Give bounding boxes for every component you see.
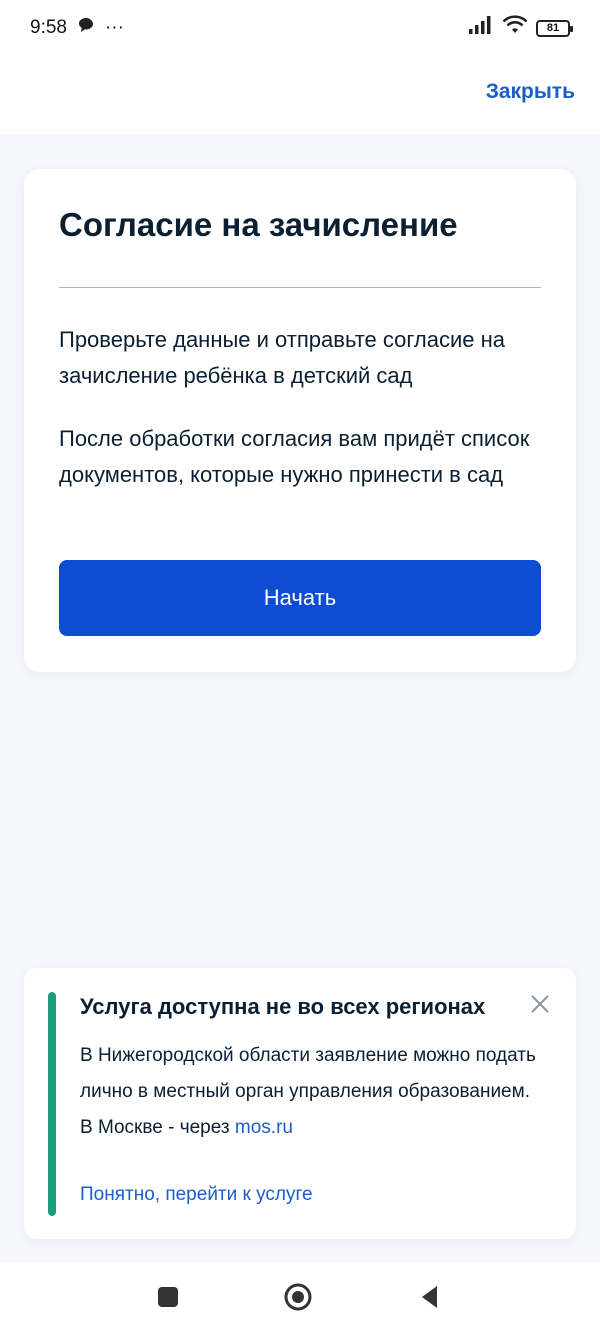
info-text: После обработки согласия вам придёт спис… [59, 426, 530, 487]
intro-text: Проверьте данные и отправьте согласие на… [59, 327, 505, 388]
circle-icon[interactable] [283, 1282, 313, 1312]
status-more: ··· [104, 17, 124, 38]
close-icon[interactable] [526, 990, 554, 1018]
square-icon[interactable] [153, 1282, 183, 1312]
battery-level: 81 [546, 22, 560, 34]
consent-card: Согласие на зачисление Проверьте данные … [24, 169, 576, 672]
notice-body-text: В Нижегородской области заявление можно … [80, 1045, 536, 1102]
notice-accent-bar [48, 992, 56, 1216]
status-right: 81 [468, 15, 573, 41]
battery-icon: 81 [536, 19, 573, 37]
close-button[interactable]: Закрыть [486, 80, 575, 104]
wifi-icon [502, 15, 528, 41]
notice-moscow-line: В Москве - через mos.ru [80, 1110, 536, 1146]
go-to-service-link[interactable]: Понятно, перейти к услуге [80, 1184, 313, 1206]
notice-moscow-prefix: В Москве - через [80, 1117, 235, 1138]
status-time: 9:58 [30, 17, 67, 38]
divider [59, 287, 541, 288]
status-bar: 9:58 ··· 81 [0, 0, 600, 56]
signal-icon [468, 15, 494, 41]
top-bar: Закрыть [0, 56, 600, 134]
chat-bubble-icon [77, 16, 95, 40]
mos-ru-link[interactable]: mos.ru [235, 1117, 293, 1138]
back-triangle-icon[interactable] [415, 1282, 445, 1312]
region-notice: Услуга доступна не во всех регионах В Ни… [24, 968, 576, 1239]
notice-title: Услуга доступна не во всех регионах [80, 994, 486, 1019]
status-left: 9:58 ··· [30, 16, 124, 40]
system-nav-bar [0, 1262, 600, 1333]
start-button-label: Начать [263, 585, 337, 610]
notice-body: В Нижегородской области заявление можно … [80, 1038, 536, 1146]
start-button[interactable]: Начать [59, 560, 541, 636]
page-title: Согласие на зачисление [59, 206, 458, 243]
